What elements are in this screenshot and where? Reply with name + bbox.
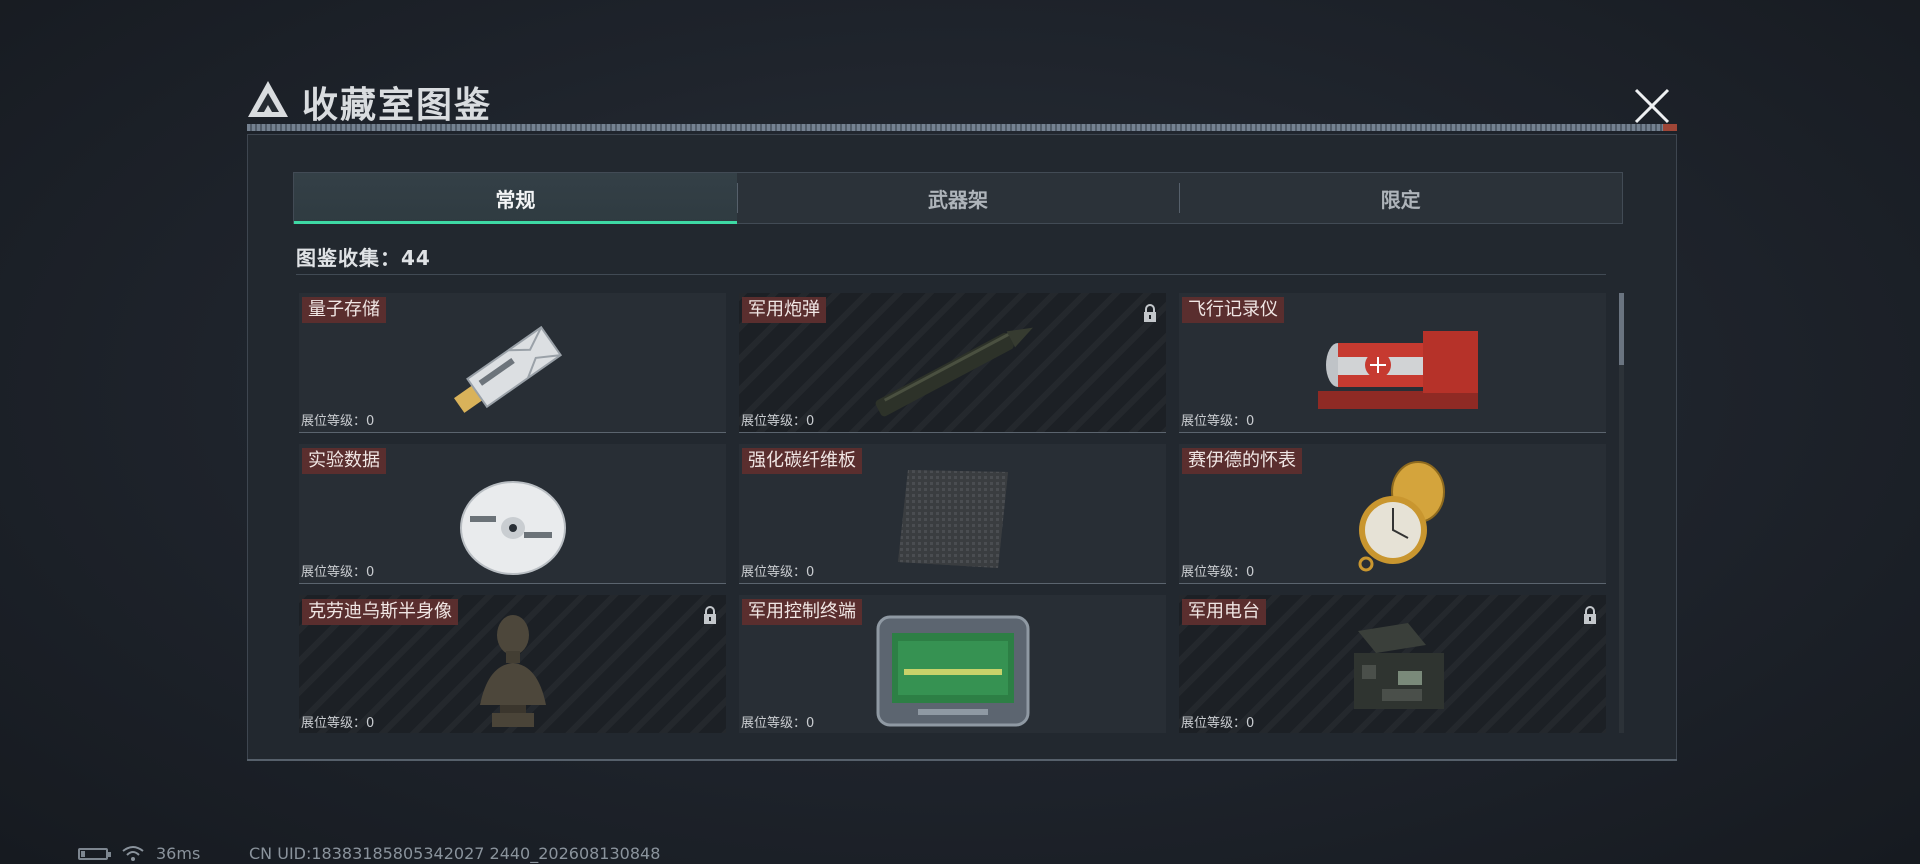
category-tabs: 常规 武器架 限定 [293, 172, 1623, 224]
bust-statue-icon [479, 615, 546, 727]
carbon-fiber-plate-icon [897, 470, 1008, 568]
item-level: 展位等级：0 [741, 716, 815, 731]
item-level: 展位等级：0 [301, 565, 375, 580]
battery-icon [78, 847, 111, 860]
item-card[interactable]: 军用炮弹 展位等级：0 [739, 293, 1166, 433]
status-bar: 36ms [78, 844, 200, 863]
item-card[interactable]: 克劳迪乌斯半身像 展位等级：0 [299, 595, 726, 733]
item-card[interactable]: 军用控制终端 展位等级：0 [739, 595, 1166, 733]
panel-bottom-border [247, 759, 1677, 761]
lock-icon [704, 606, 716, 624]
tab-regular[interactable]: 常规 [294, 173, 737, 224]
close-icon [1634, 88, 1670, 124]
item-level: 展位等级：0 [1181, 716, 1255, 731]
scrollbar-thumb[interactable] [1619, 293, 1624, 365]
item-level: 展位等级：0 [1181, 565, 1255, 580]
item-name: 量子存储 [302, 297, 386, 323]
item-card[interactable]: 强化碳纤维板 展位等级：0 [739, 444, 1166, 584]
flight-recorder-icon [1317, 331, 1478, 409]
item-grid: 量子存储 展位等级：0 军用炮弹 展位等级：0 飞行记录仪 展位等级：0 实验数… [299, 293, 1609, 733]
user-uid: CN UID:18383185805342027 2440_2026081308… [249, 844, 661, 863]
lock-icon [1144, 304, 1156, 322]
artillery-shell-icon [875, 327, 1033, 417]
item-name: 实验数据 [302, 448, 386, 474]
grid-scrollbar[interactable] [1619, 293, 1624, 733]
wifi-icon [122, 845, 144, 861]
dialog-header: 收藏室图鉴 [247, 74, 1677, 134]
item-card[interactable]: 量子存储 展位等级：0 [299, 293, 726, 433]
control-terminal-icon [876, 615, 1029, 727]
item-name: 克劳迪乌斯半身像 [302, 599, 458, 625]
data-disc-icon [459, 481, 566, 575]
lock-icon [1584, 606, 1596, 624]
tab-weapon-rack[interactable]: 武器架 [736, 173, 1180, 223]
item-name: 军用电台 [1182, 599, 1266, 625]
pocket-watch-icon [1358, 461, 1445, 572]
item-card[interactable]: 飞行记录仪 展位等级：0 [1179, 293, 1606, 433]
item-card[interactable]: 赛伊德的怀表 展位等级：0 [1179, 444, 1606, 584]
item-level: 展位等级：0 [301, 716, 375, 731]
item-name: 飞行记录仪 [1182, 297, 1284, 323]
item-card[interactable]: 军用电台 展位等级：0 [1179, 595, 1606, 733]
triangle-logo-icon [248, 81, 288, 117]
item-card[interactable]: 实验数据 展位等级：0 [299, 444, 726, 584]
usb-drive-icon [453, 325, 562, 413]
tab-limited[interactable]: 限定 [1179, 173, 1622, 223]
dialog-title: 收藏室图鉴 [302, 85, 493, 126]
military-radio-icon [1353, 623, 1444, 709]
item-level: 展位等级：0 [741, 565, 815, 580]
collection-count: 图鉴收集：44 [296, 246, 431, 270]
item-level: 展位等级：0 [301, 414, 375, 429]
section-divider [296, 274, 1606, 275]
item-name: 军用炮弹 [742, 297, 826, 323]
close-button[interactable] [1628, 82, 1676, 130]
item-name: 赛伊德的怀表 [1182, 448, 1302, 474]
item-name: 军用控制终端 [742, 599, 862, 625]
item-name: 强化碳纤维板 [742, 448, 862, 474]
item-level: 展位等级：0 [741, 414, 815, 429]
header-divider [247, 124, 1677, 131]
item-level: 展位等级：0 [1181, 414, 1255, 429]
ping-label: 36ms [156, 844, 201, 863]
